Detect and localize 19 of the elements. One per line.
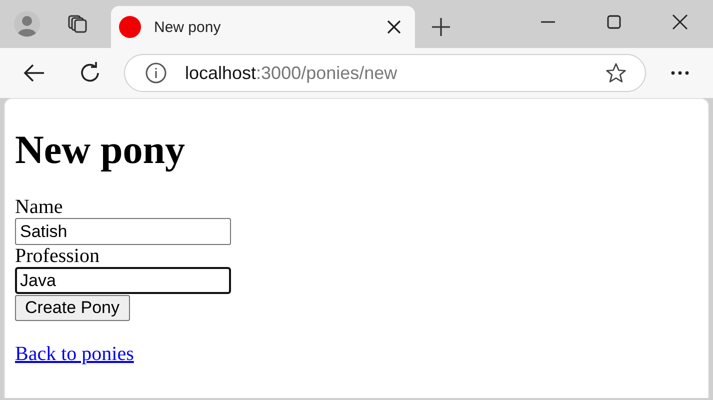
profile-icon[interactable]: [14, 11, 40, 37]
back-link[interactable]: Back to ponies: [15, 343, 134, 366]
tabs-icon[interactable]: [67, 13, 89, 35]
field-label: Profession: [15, 245, 100, 267]
close-icon[interactable]: [672, 14, 688, 30]
close-icon[interactable]: [387, 20, 401, 34]
maximize-icon[interactable]: [606, 14, 622, 30]
input-field[interactable]: Java: [15, 267, 231, 294]
star-icon[interactable]: [605, 62, 627, 84]
browser-tab[interactable]: New pony: [111, 6, 415, 48]
info-icon[interactable]: [145, 62, 167, 84]
address-bar[interactable]: localhost:3000/ponies/new: [124, 54, 646, 92]
favicon-icon: [119, 16, 141, 38]
new-tab-icon[interactable]: [431, 17, 451, 37]
input-field[interactable]: Satish: [15, 218, 231, 245]
field-label: Name: [15, 196, 63, 218]
submit-button[interactable]: Create Pony: [15, 295, 130, 321]
page-heading: New pony: [15, 126, 186, 174]
url-text: localhost:3000/ponies/new: [185, 62, 398, 84]
